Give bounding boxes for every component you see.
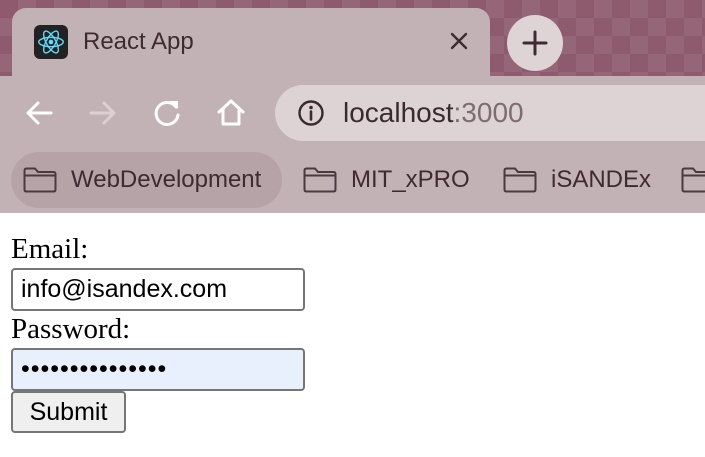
bookmark-mit-xpro[interactable]: MIT_xPRO: [291, 152, 481, 208]
email-input[interactable]: [11, 268, 305, 311]
folder-icon: [681, 167, 705, 193]
arrow-right-icon: [89, 101, 116, 125]
url-host: localhost: [343, 97, 454, 128]
address-url[interactable]: localhost:3000: [343, 97, 524, 129]
bookmark-overflow[interactable]: [671, 152, 705, 208]
home-button[interactable]: [211, 93, 251, 133]
password-input[interactable]: [11, 348, 305, 391]
folder-icon: [23, 167, 57, 193]
info-icon[interactable]: [297, 99, 325, 127]
browser-chrome: React App localhost:3000 WebDevelopment …: [0, 0, 705, 213]
new-tab-button[interactable]: [507, 15, 563, 71]
address-bar[interactable]: localhost:3000: [275, 85, 705, 141]
react-logo-icon: [34, 25, 68, 59]
navigation-toolbar: localhost:3000: [0, 78, 705, 148]
page-content: Email: Password: Submit: [0, 213, 705, 457]
close-icon[interactable]: [448, 28, 470, 54]
password-label: Password:: [11, 313, 131, 345]
email-label: Email:: [11, 233, 89, 265]
plus-icon: [522, 30, 548, 56]
reload-icon: [154, 100, 180, 126]
back-button[interactable]: [19, 93, 59, 133]
tab-title: React App: [83, 28, 194, 55]
tab-react-app[interactable]: React App: [12, 8, 490, 78]
folder-icon: [503, 167, 537, 193]
forward-button[interactable]: [83, 93, 123, 133]
reload-button[interactable]: [147, 93, 187, 133]
bookmark-label: WebDevelopment: [71, 166, 262, 193]
bookmark-isandex[interactable]: iSANDEx: [491, 152, 661, 208]
bookmarks-bar: WebDevelopment MIT_xPRO iSANDEx: [0, 150, 705, 210]
home-icon: [217, 99, 245, 126]
arrow-left-icon: [26, 101, 53, 125]
bookmark-label: MIT_xPRO: [351, 166, 470, 193]
submit-button[interactable]: Submit: [11, 391, 126, 433]
bookmark-label: iSANDEx: [551, 166, 652, 193]
folder-icon: [303, 167, 337, 193]
bookmark-webdevelopment[interactable]: WebDevelopment: [11, 152, 282, 208]
url-port: :3000: [453, 97, 524, 128]
